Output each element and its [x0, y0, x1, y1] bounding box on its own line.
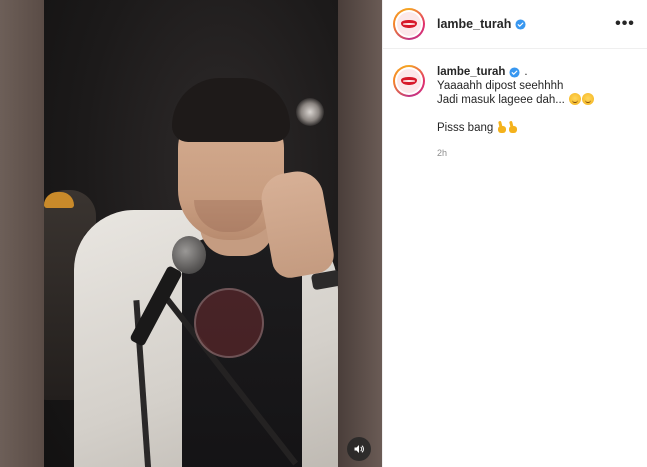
watermark-logo — [194, 288, 264, 358]
more-options-button[interactable]: ••• — [613, 12, 637, 36]
author-username[interactable]: lambe_turah — [437, 17, 511, 31]
victory-hand-emoji-icon — [497, 121, 507, 133]
video-frame — [44, 0, 338, 467]
caption-line-3: Pisss bang — [437, 122, 494, 134]
caption-line-2-group: Jadi masuk lageee dah... — [437, 93, 595, 107]
author-avatar[interactable] — [393, 8, 425, 40]
grinning-face-emoji-icon — [569, 93, 582, 105]
more-horizontal-icon: ••• — [615, 15, 635, 32]
avatar-image — [397, 69, 421, 93]
stage-light — [296, 98, 324, 126]
microphone-head — [172, 236, 206, 274]
caption-body: lambe_turah . Yaaaahh dipost seehhhh Jad… — [437, 65, 595, 160]
instagram-post: lambe_turah ••• lambe_turah . Yaaaahh di… — [0, 0, 647, 467]
caption-author-avatar[interactable] — [393, 65, 425, 97]
post-header: lambe_turah ••• — [383, 0, 647, 49]
caption-header: lambe_turah . — [437, 65, 594, 79]
post-video[interactable] — [0, 0, 382, 467]
post-side-panel: lambe_turah ••• lambe_turah . Yaaaahh di… — [382, 0, 647, 467]
post-timestamp[interactable]: 2h — [437, 146, 594, 160]
caption-username[interactable]: lambe_turah — [437, 65, 505, 79]
background-cap — [44, 192, 74, 208]
lips-logo-icon — [401, 76, 417, 86]
avatar-ring-gap — [395, 67, 423, 95]
video-blur-left — [0, 0, 44, 467]
audio-toggle-button[interactable] — [347, 437, 371, 461]
caption-comment: lambe_turah . Yaaaahh dipost seehhhh Jad… — [383, 49, 647, 160]
avatar-ring-gap — [395, 10, 423, 38]
singer-hair — [172, 78, 290, 142]
caption-line-2: Jadi masuk lageee dah... — [437, 94, 565, 106]
victory-hand-emoji-icon — [508, 121, 518, 133]
caption-line-1: Yaaaahh dipost seehhhh — [437, 80, 564, 92]
verified-badge-icon — [509, 66, 520, 78]
video-blur-right — [338, 0, 382, 467]
verified-badge-icon — [515, 18, 526, 30]
avatar-image — [397, 12, 421, 36]
speaker-icon — [354, 445, 364, 453]
caption-separator: . — [524, 66, 528, 78]
grinning-face-emoji-icon — [582, 93, 595, 105]
lips-logo-icon — [401, 19, 417, 29]
caption-line-3-group: Pisss bang — [437, 121, 594, 135]
author-name-group: lambe_turah — [437, 17, 526, 31]
